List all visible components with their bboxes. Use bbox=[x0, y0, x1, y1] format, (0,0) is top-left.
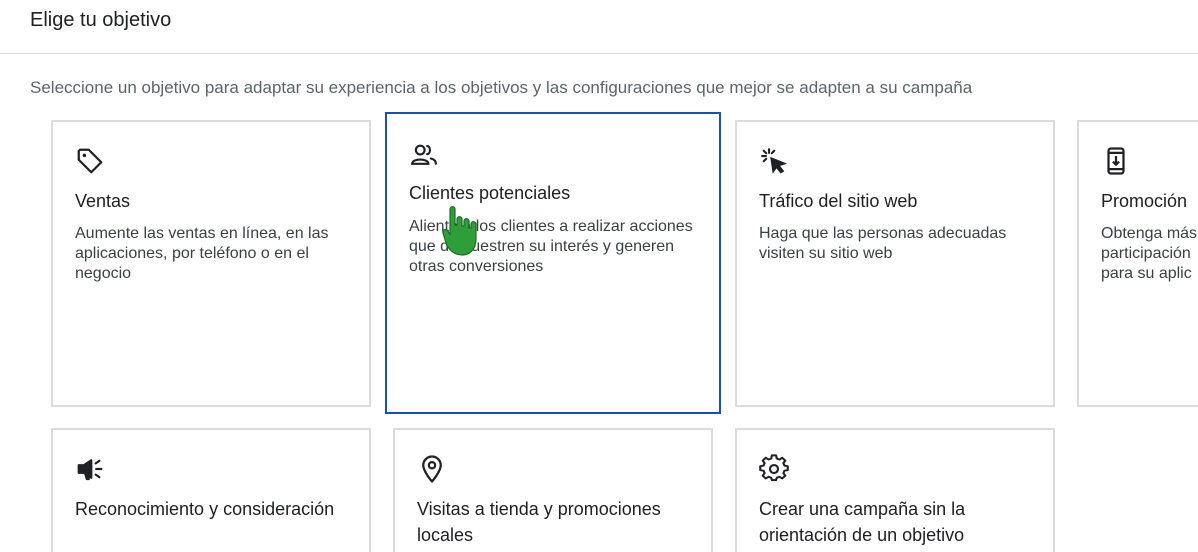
objective-card-clientes-potenciales[interactable]: Clientes potenciales Aliente a los clien… bbox=[385, 112, 721, 414]
card-description: Obtenga más participación para su aplic bbox=[1101, 224, 1198, 284]
tag-icon bbox=[75, 146, 105, 176]
card-title: Promoción bbox=[1101, 191, 1188, 211]
card-title: Tráfico del sitio web bbox=[759, 191, 918, 211]
objective-card-promocion[interactable]: Promoción Obtenga más participación para… bbox=[1077, 120, 1198, 407]
card-description: Haga que las personas adecuadas visiten … bbox=[759, 225, 1007, 262]
objective-card-sin-objetivo[interactable]: Crear una campaña sin la orientación de … bbox=[735, 428, 1055, 552]
gear-icon bbox=[759, 454, 789, 484]
card-title: Reconocimiento y consideración bbox=[75, 499, 335, 519]
header-bar: Elige tu objetivo bbox=[0, 0, 1198, 54]
objective-card-visitas-tienda[interactable]: Visitas a tienda y promociones locales bbox=[393, 428, 713, 552]
card-description-line: Obtenga más bbox=[1101, 225, 1198, 242]
card-title: Ventas bbox=[75, 191, 131, 211]
page-subtitle: Seleccione un objetivo para adaptar su e… bbox=[30, 78, 973, 97]
card-title: Crear una campaña sin la orientación de … bbox=[759, 499, 966, 545]
card-title: Clientes potenciales bbox=[409, 183, 571, 203]
cursor-click-icon bbox=[759, 146, 789, 176]
megaphone-icon bbox=[75, 454, 105, 484]
objective-card-ventas[interactable]: Ventas Aumente las ventas en línea, en l… bbox=[51, 120, 371, 407]
card-title: Visitas a tienda y promociones locales bbox=[417, 499, 661, 545]
people-icon bbox=[409, 140, 439, 170]
card-description: Aliente a los clientes a realizar accion… bbox=[409, 218, 693, 275]
page-title: Elige tu objetivo bbox=[30, 9, 172, 31]
objective-card-trafico-sitio-web[interactable]: Tráfico del sitio web Haga que las perso… bbox=[735, 120, 1055, 407]
objective-card-reconocimiento[interactable]: Reconocimiento y consideración bbox=[51, 428, 371, 552]
card-description-line: participación bbox=[1101, 245, 1191, 262]
card-description: Aumente las ventas en línea, en las apli… bbox=[75, 225, 329, 282]
objective-page: Elige tu objetivo Seleccione un objetivo… bbox=[0, 0, 1198, 552]
mobile-phone-icon bbox=[1101, 146, 1131, 176]
location-pin-icon bbox=[417, 454, 447, 484]
card-description-line: para su aplic bbox=[1101, 265, 1192, 282]
